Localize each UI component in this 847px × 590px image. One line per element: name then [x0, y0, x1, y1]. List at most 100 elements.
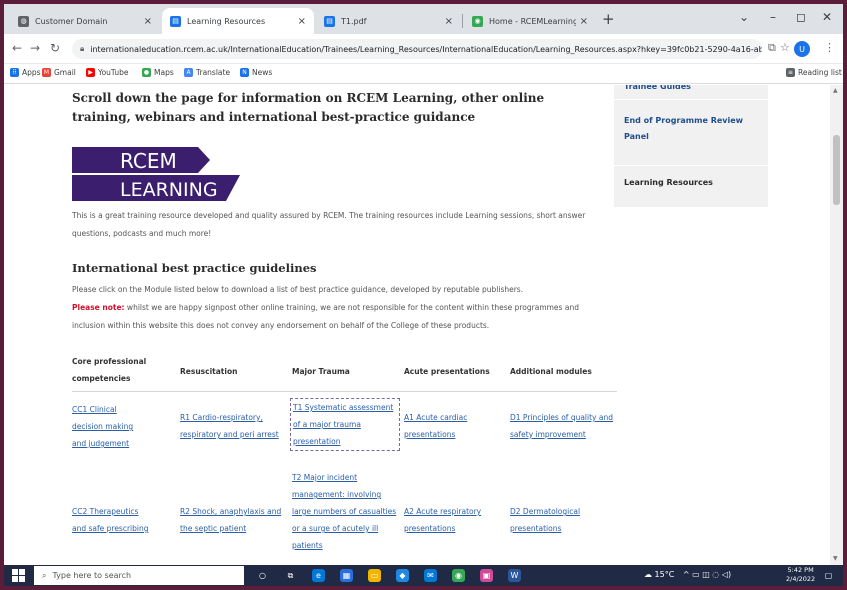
column-header-major-trauma: Major Trauma	[292, 367, 350, 376]
column-header-core: Core professional competencies	[72, 357, 147, 383]
avatar[interactable]: U	[794, 41, 810, 57]
page-content: Scroll down the page for information on …	[4, 85, 843, 565]
gmail-icon: M	[42, 68, 51, 77]
bookmark-translate[interactable]: A Translate	[184, 68, 230, 77]
bookmark-label: Apps	[22, 68, 41, 77]
bookmark-gmail[interactable]: M Gmail	[42, 68, 76, 77]
tab-learning-resources[interactable]: ▤ Learning Resources ×	[162, 8, 314, 34]
table-cell[interactable]: R2 Shock, anaphylaxis and the septic pat…	[180, 503, 290, 537]
module-link-d2[interactable]: D2 Dermatological presentations	[510, 507, 580, 533]
scroll-down-icon[interactable]: ▼	[833, 555, 838, 562]
scroll-thumb[interactable]	[833, 135, 840, 205]
forward-icon[interactable]: →	[30, 41, 40, 55]
reading-list-button[interactable]: ≡ Reading list	[786, 68, 842, 77]
tab-t1-pdf[interactable]: ▤ T1.pdf ×	[316, 8, 461, 34]
rcem-learning-logo[interactable]: RCEM LEARNING	[72, 147, 244, 201]
sidebar-item-end-review[interactable]: End of Programme Review Panel	[624, 113, 759, 145]
edge-icon[interactable]: e	[312, 569, 325, 582]
apps-grid-icon: ⠿	[10, 68, 19, 77]
bookmark-label: Maps	[154, 68, 174, 77]
windows-start-icon[interactable]	[12, 569, 25, 582]
translate-icon: A	[184, 68, 193, 77]
logo-text-learning: LEARNING	[120, 179, 218, 201]
module-link-r2[interactable]: R2 Shock, anaphylaxis and the septic pat…	[180, 507, 281, 533]
news-icon: N	[240, 68, 249, 77]
menu-icon[interactable]: ⋮	[824, 41, 835, 54]
close-icon[interactable]: ×	[144, 16, 152, 27]
note-text: whilst we are happy signpost other onlin…	[72, 303, 579, 330]
sidebar-nav: Trainee Guides End of Programme Review P…	[614, 85, 768, 207]
close-icon[interactable]: ×	[445, 16, 453, 27]
tray-icons[interactable]: ^ ▭ ◫ ◌ ◁)	[683, 570, 731, 579]
bookmark-apps[interactable]: ⠿ Apps	[10, 68, 41, 77]
bookmark-youtube[interactable]: ▶ YouTube	[86, 68, 129, 77]
table-cell[interactable]: D1 Principles of quality and safety impr…	[510, 409, 620, 443]
module-link-t2[interactable]: T2 Major incident management: involving …	[292, 473, 396, 550]
close-icon[interactable]: ×	[580, 16, 588, 27]
reading-list-icon: ≡	[786, 68, 795, 77]
table-cell[interactable]: A1 Acute cardiac presentations	[404, 409, 488, 443]
reading-list-label: Reading list	[798, 68, 842, 77]
module-link-a1[interactable]: A1 Acute cardiac presentations	[404, 413, 467, 439]
disclaimer: Please note: whilst we are happy signpos…	[72, 299, 592, 335]
taskbar-clock[interactable]: 5:42 PM 2/4/2022	[786, 566, 815, 584]
bookmark-label: Translate	[196, 68, 231, 77]
store-icon[interactable]: ▦	[340, 569, 353, 582]
page-icon: ▤	[170, 15, 181, 27]
table-cell[interactable]: T1 Systematic assessment of a major trau…	[290, 398, 400, 451]
word-icon[interactable]: W	[508, 569, 521, 582]
table-cell[interactable]: D2 Dermatological presentations	[510, 503, 606, 537]
cortana-icon[interactable]: ○	[256, 569, 269, 582]
share-icon[interactable]: ⧉	[768, 41, 776, 55]
table-cell[interactable]: CC1 Clinical decision making and judgeme…	[72, 401, 148, 452]
app-icon[interactable]: ▣	[480, 569, 493, 582]
bookmark-maps[interactable]: ● Maps	[142, 68, 174, 77]
rcem-favicon-icon: ◉	[472, 15, 483, 27]
mail-icon[interactable]: ✉	[424, 569, 437, 582]
module-link-r1[interactable]: R1 Cardio-respiratory, respiratory and p…	[180, 413, 279, 439]
reload-icon[interactable]: ↻	[50, 41, 60, 55]
tab-title: Home - RCEMLearning India	[489, 16, 576, 26]
tab-customer-domain[interactable]: ◍ Customer Domain ×	[10, 8, 160, 34]
back-icon[interactable]: ←	[12, 41, 22, 55]
table-cell[interactable]: R1 Cardio-respiratory, respiratory and p…	[180, 409, 280, 443]
bookmark-news[interactable]: N News	[240, 68, 272, 77]
minimize-button[interactable]: –	[770, 10, 776, 24]
module-link-a2[interactable]: A2 Acute respiratory presentations	[404, 507, 481, 533]
globe-icon: ◍	[18, 15, 29, 27]
tab-search-icon[interactable]: ⌄	[739, 10, 749, 24]
bookmark-star-icon[interactable]: ☆	[780, 41, 790, 54]
weather-temp[interactable]: 15°C	[655, 570, 675, 579]
table-cell[interactable]: T2 Major incident management: involving …	[292, 469, 402, 554]
bookmarks-bar: ⠿ Apps M Gmail ▶ YouTube ● Maps A Transl…	[4, 64, 843, 84]
vertical-scrollbar[interactable]: ▲ ▼	[830, 85, 843, 565]
tab-strip: ◍ Customer Domain × ▤ Learning Resources…	[4, 4, 843, 34]
new-tab-button[interactable]: +	[602, 10, 615, 28]
table-cell[interactable]: CC2 Therapeutics and safe prescribing	[72, 503, 152, 537]
table-cell[interactable]: A2 Acute respiratory presentations	[404, 503, 500, 537]
clock-date: 2/4/2022	[786, 575, 816, 583]
rcem-description: This is a great training resource develo…	[72, 211, 586, 238]
sidebar-item-learning-resources[interactable]: Learning Resources	[624, 175, 759, 191]
module-link-cc1[interactable]: CC1 Clinical decision making and judgeme…	[72, 405, 133, 448]
address-bar[interactable]: 🔒︎ internationaleducation.rcem.ac.uk/Int…	[72, 39, 762, 59]
scroll-up-icon[interactable]: ▲	[833, 87, 838, 94]
task-view-icon[interactable]: ⧉	[284, 569, 297, 582]
module-link-t1[interactable]: T1 Systematic assessment of a major trau…	[293, 403, 393, 446]
sidebar-item-trainee-guides[interactable]: Trainee Guides	[624, 85, 759, 95]
guidelines-text: Please click on the Module listed below …	[72, 285, 524, 294]
taskbar-search[interactable]: ⌕ Type here to search	[34, 566, 244, 585]
bookmark-label: News	[252, 68, 273, 77]
module-link-cc2[interactable]: CC2 Therapeutics and safe prescribing	[72, 507, 149, 533]
chrome-icon[interactable]: ◉	[452, 569, 465, 582]
maximize-button[interactable]: ◻	[796, 10, 806, 24]
module-link-d1[interactable]: D1 Principles of quality and safety impr…	[510, 413, 613, 439]
youtube-icon: ▶	[86, 68, 95, 77]
close-window-button[interactable]: ✕	[822, 10, 832, 24]
column-header-additional: Additional modules	[510, 367, 592, 376]
file-explorer-icon[interactable]: ▭	[368, 569, 381, 582]
app-icon[interactable]: ◆	[396, 569, 409, 582]
notification-icon[interactable]: ▢	[822, 569, 835, 582]
close-icon[interactable]: ×	[298, 16, 306, 27]
tab-rcem-learning-india[interactable]: ◉ Home - RCEMLearning India ×	[464, 8, 596, 34]
